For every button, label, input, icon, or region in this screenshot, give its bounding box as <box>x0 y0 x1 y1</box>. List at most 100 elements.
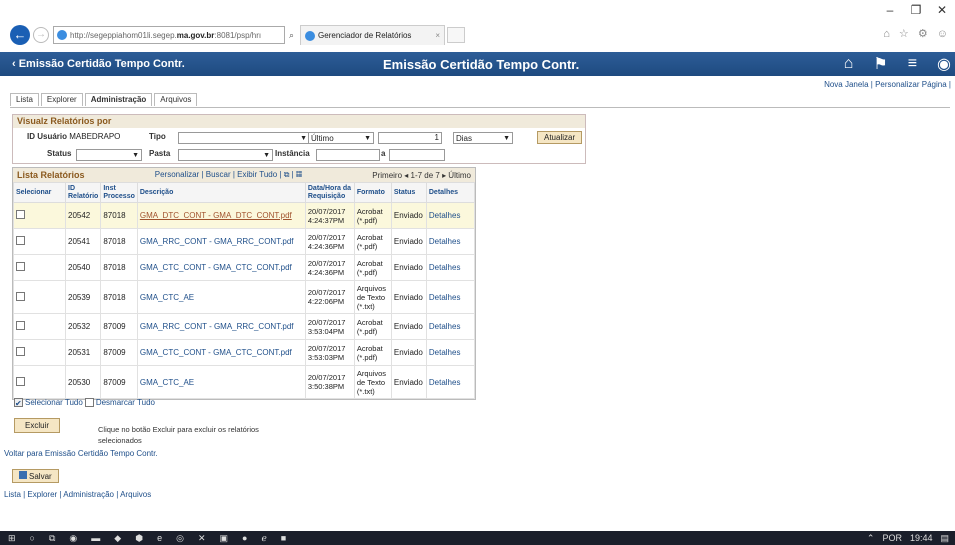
details-link[interactable]: Detalhes <box>429 378 461 387</box>
table-cell: 20/07/2017 4:24:36PM <box>304 228 355 255</box>
taskbar-edge-icon[interactable]: e <box>157 533 162 543</box>
search-icon[interactable]: ○ <box>30 533 35 543</box>
language-indicator[interactable]: POR <box>882 533 902 543</box>
chevron-down-icon: ▼ <box>263 151 270 159</box>
start-icon[interactable]: ⊞ <box>8 533 16 544</box>
table-row: 20540 87018 GMA_CTC_CONT - GMA_CTC_CONT.pd… <box>13 254 476 281</box>
select-checkbox[interactable] <box>16 262 25 271</box>
details-link[interactable]: Detalhes <box>429 348 461 357</box>
tab-administracao[interactable]: Administração <box>84 93 153 106</box>
select-checkbox[interactable] <box>16 347 25 356</box>
count-input[interactable]: 1 <box>378 132 442 144</box>
report-description-link[interactable]: GMA_CTC_AE <box>140 293 194 302</box>
details-link[interactable]: Detalhes <box>429 263 461 272</box>
instance-to-input[interactable] <box>389 149 445 161</box>
banner-back-link[interactable]: ‹ Emissão Certidão Tempo Contr. <box>12 58 185 70</box>
checkbox-checked-icon[interactable]: ✔ <box>14 398 23 408</box>
table-row: 20530 87009 GMA_CTC_AE 20/07/2017 3:50:38PM… <box>13 365 476 399</box>
save-button[interactable]: Salvar <box>12 469 59 483</box>
flag-icon[interactable]: ⚑ <box>873 54 887 74</box>
tray-expand-icon[interactable]: ⌃ <box>867 533 875 544</box>
chevron-down-icon: ▼ <box>300 134 307 142</box>
table-cell: 20530 <box>64 365 102 399</box>
browser-toolbar-icons[interactable]: ⌂ ☆ ⚙ ☺ <box>883 27 951 40</box>
col-details[interactable]: Detalhes <box>425 182 476 203</box>
report-list: Lista Relatórios Personalizar | Buscar |… <box>12 167 476 400</box>
report-description-link[interactable]: GMA_CTC_CONT - GMA_CTC_CONT.pdf <box>140 348 292 357</box>
back-arrow-icon[interactable]: ← <box>10 25 30 45</box>
checkbox-empty-icon[interactable] <box>84 398 94 407</box>
close-button[interactable]: ✕ <box>929 0 955 22</box>
tab-close-icon[interactable]: × <box>435 31 440 40</box>
select-checkbox[interactable] <box>16 376 25 386</box>
taskbar-app-2-icon[interactable]: ▬ <box>91 533 100 543</box>
report-description-link[interactable]: GMA_DTC_CONT - GMA_DTC_CONT.pdf <box>140 211 292 220</box>
col-select[interactable]: Selecionar <box>13 182 66 203</box>
notification-icon[interactable]: ▤ <box>940 533 949 544</box>
browser-tab[interactable]: Gerenciador de Relatórios × <box>300 25 446 45</box>
restore-button[interactable]: ❐ <box>903 0 929 22</box>
task-view-icon[interactable]: ⧉ <box>49 533 55 544</box>
taskbar-ie-icon[interactable]: ℯ <box>261 533 266 544</box>
tab-arquivos[interactable]: Arquivos <box>154 93 198 106</box>
new-tab-button[interactable] <box>447 27 466 43</box>
select-checkbox[interactable] <box>16 321 25 330</box>
taskbar-skype-icon[interactable]: ■ <box>281 533 286 543</box>
taskbar-app-1-icon[interactable]: ◉ <box>69 533 77 544</box>
details-link[interactable]: Detalhes <box>429 237 461 246</box>
tab-explorer[interactable]: Explorer <box>40 93 83 106</box>
clock[interactable]: 19:44 <box>910 533 933 543</box>
col-format[interactable]: Formato <box>353 182 392 203</box>
select-checkbox[interactable] <box>16 210 25 219</box>
menu-icon[interactable]: ≡ <box>908 55 917 73</box>
taskbar-app-8-icon[interactable]: ▣ <box>219 533 228 544</box>
select-all-link[interactable]: Selecionar Tudo <box>25 398 83 407</box>
table-cell: 87018 <box>100 280 138 314</box>
taskbar-app-6-icon[interactable]: ◎ <box>176 533 184 544</box>
col-id[interactable]: ID Relatório <box>64 182 102 203</box>
taskbar-app-9-icon[interactable]: ● <box>242 533 247 543</box>
back-link[interactable]: Voltar para Emissão Certidão Tempo Contr… <box>4 449 158 458</box>
home-icon[interactable]: ⌂ <box>844 55 854 73</box>
details-link[interactable]: Detalhes <box>429 293 461 302</box>
instance-from-input[interactable] <box>316 149 380 161</box>
ie-tab-icon <box>305 30 316 41</box>
bottom-links[interactable]: Lista | Explorer | Administração | Arqui… <box>4 490 151 499</box>
refresh-button[interactable]: Atualizar <box>537 131 583 144</box>
select-checkbox[interactable] <box>16 291 25 301</box>
save-icon <box>19 471 27 479</box>
report-description-link[interactable]: GMA_CTC_CONT - GMA_CTC_CONT.pdf <box>140 263 292 272</box>
personalize-page-link[interactable]: Personalizar Página <box>875 80 947 89</box>
forward-arrow-icon[interactable]: → <box>33 27 49 43</box>
select-checkbox[interactable] <box>16 236 25 245</box>
table-cell: 87009 <box>100 339 138 366</box>
col-date[interactable]: Data/Hora da Requisição <box>304 182 355 203</box>
status-select[interactable]: ▼ <box>76 149 142 161</box>
col-inst[interactable]: Inst Processo <box>100 182 138 203</box>
taskbar-app-3-icon[interactable]: ◆ <box>114 533 121 544</box>
navbar-icon[interactable]: ◉ <box>937 54 951 74</box>
table-cell: 20/07/2017 3:53:03PM <box>304 339 355 366</box>
deselect-all-link[interactable]: Desmarcar Tudo <box>96 398 155 407</box>
tab-lista[interactable]: Lista <box>10 93 39 106</box>
col-status[interactable]: Status <box>390 182 427 203</box>
type-select[interactable]: ▼ <box>178 132 310 144</box>
details-link[interactable]: Detalhes <box>429 211 461 220</box>
search-icon[interactable]: ⌕ <box>289 30 294 41</box>
delete-button[interactable]: Excluir <box>14 418 61 433</box>
report-description-link[interactable]: GMA_RRC_CONT - GMA_RRC_CONT.pdf <box>140 237 294 246</box>
folder-select[interactable]: ▼ <box>178 149 273 161</box>
details-link[interactable]: Detalhes <box>429 322 461 331</box>
minimize-button[interactable]: – <box>877 0 903 22</box>
report-description-link[interactable]: GMA_CTC_AE <box>140 378 194 387</box>
list-tools[interactable]: Personalizar | Buscar | Exibir Tudo | ⧉ … <box>155 170 302 180</box>
new-window-link[interactable]: Nova Janela <box>824 80 868 89</box>
report-description-link[interactable]: GMA_RRC_CONT - GMA_RRC_CONT.pdf <box>140 322 294 331</box>
col-description[interactable]: Descrição <box>136 182 306 203</box>
taskbar-app-7-icon[interactable]: ✕ <box>198 533 206 544</box>
url-field[interactable]: http://segeppiahom01li.segep. ma.gov.br:8… <box>53 26 285 44</box>
unit-select[interactable]: Dias ▼ <box>453 132 513 144</box>
list-pagination[interactable]: Primeiro ◂ 1-7 de 7 ▸ Último <box>372 171 471 180</box>
taskbar-app-4-icon[interactable]: ⬢ <box>135 533 143 544</box>
period-select[interactable]: Último ▼ <box>308 132 374 144</box>
